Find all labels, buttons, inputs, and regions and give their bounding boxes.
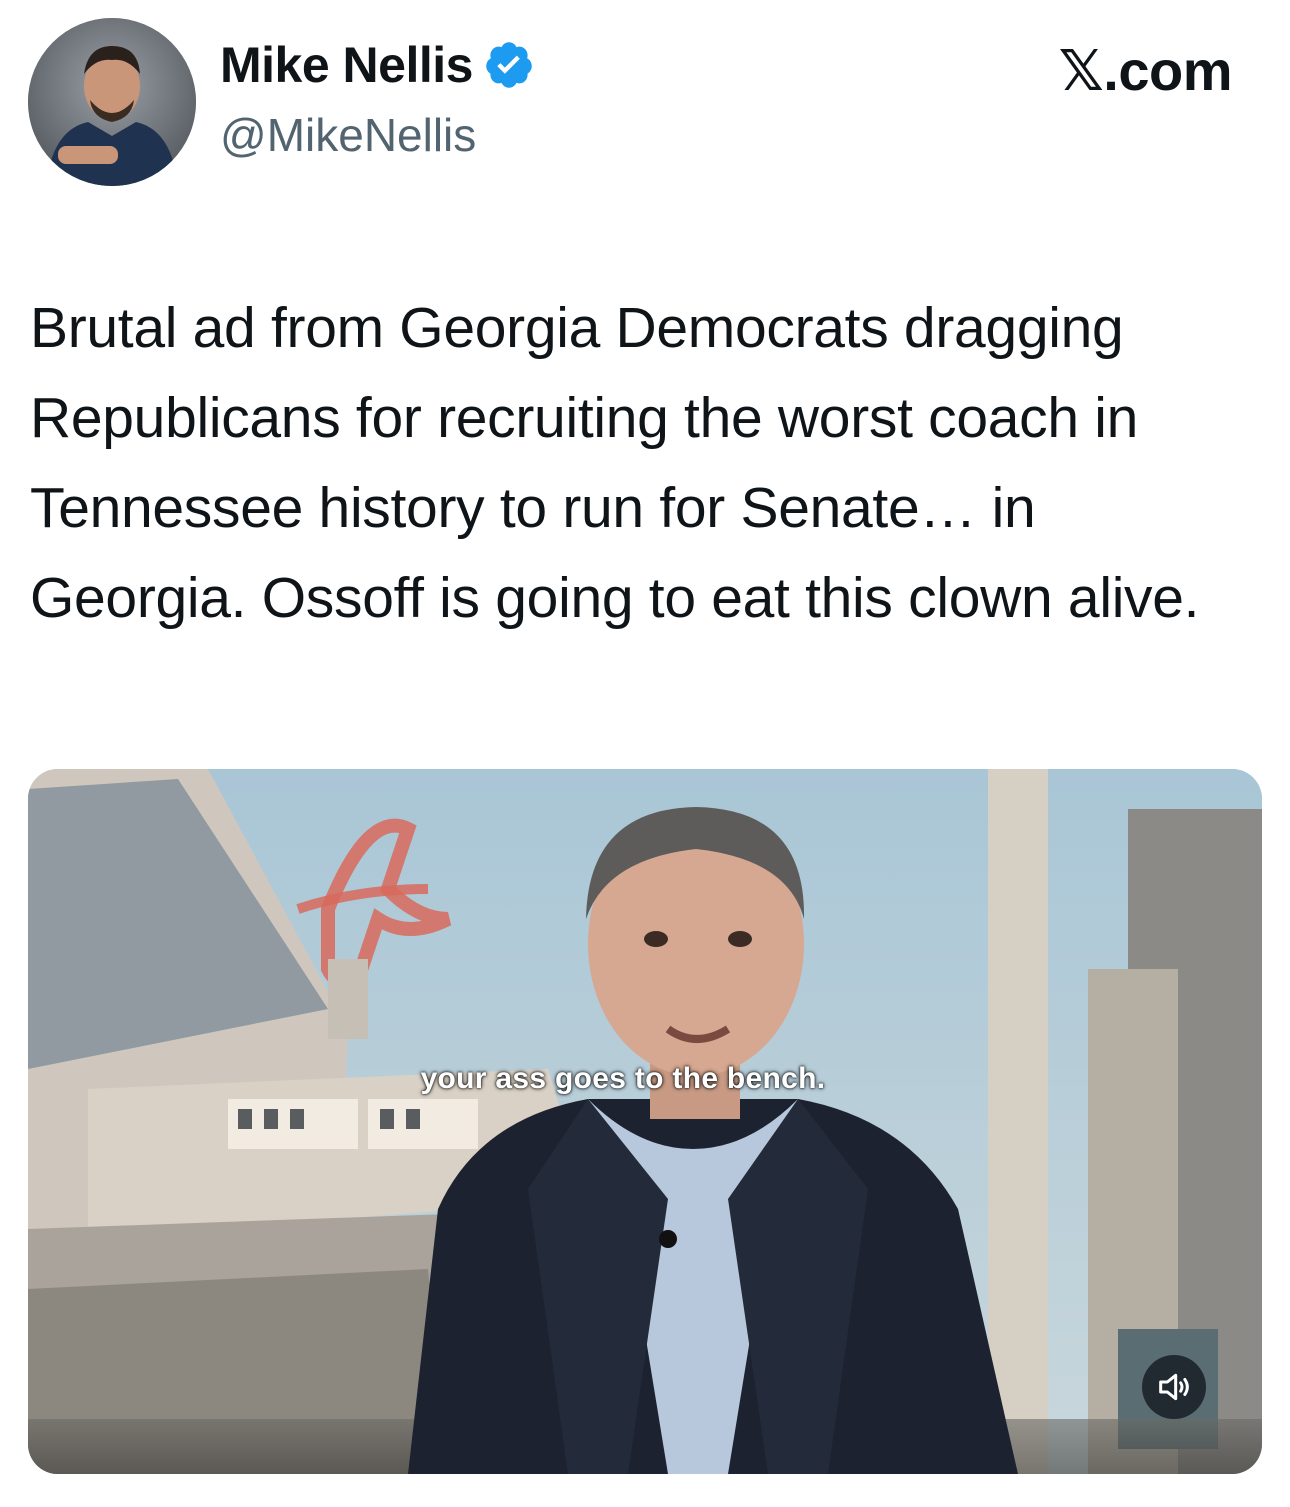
tweet-video[interactable] bbox=[28, 769, 1262, 1474]
tweet-text: Brutal ad from Georgia Democrats draggin… bbox=[30, 296, 1200, 630]
video-frame bbox=[28, 769, 1262, 1474]
x-logo-brand: 𝕏.com bbox=[1058, 39, 1233, 102]
verified-badge-icon bbox=[486, 42, 532, 88]
author-avatar[interactable] bbox=[28, 18, 196, 186]
speaker-muted-icon bbox=[1159, 1373, 1189, 1401]
avatar-photo bbox=[28, 18, 196, 186]
author-name-row[interactable]: Mike Nellis bbox=[220, 36, 535, 94]
video-subtitle-text: your ass goes to the bench. bbox=[420, 1062, 826, 1095]
video-subtitle: your ass goes to the bench. bbox=[0, 1062, 1290, 1096]
author-name[interactable]: Mike Nellis bbox=[220, 36, 473, 94]
mute-toggle-button[interactable] bbox=[1142, 1355, 1206, 1419]
author-handle[interactable]: @MikeNellis bbox=[220, 108, 476, 162]
